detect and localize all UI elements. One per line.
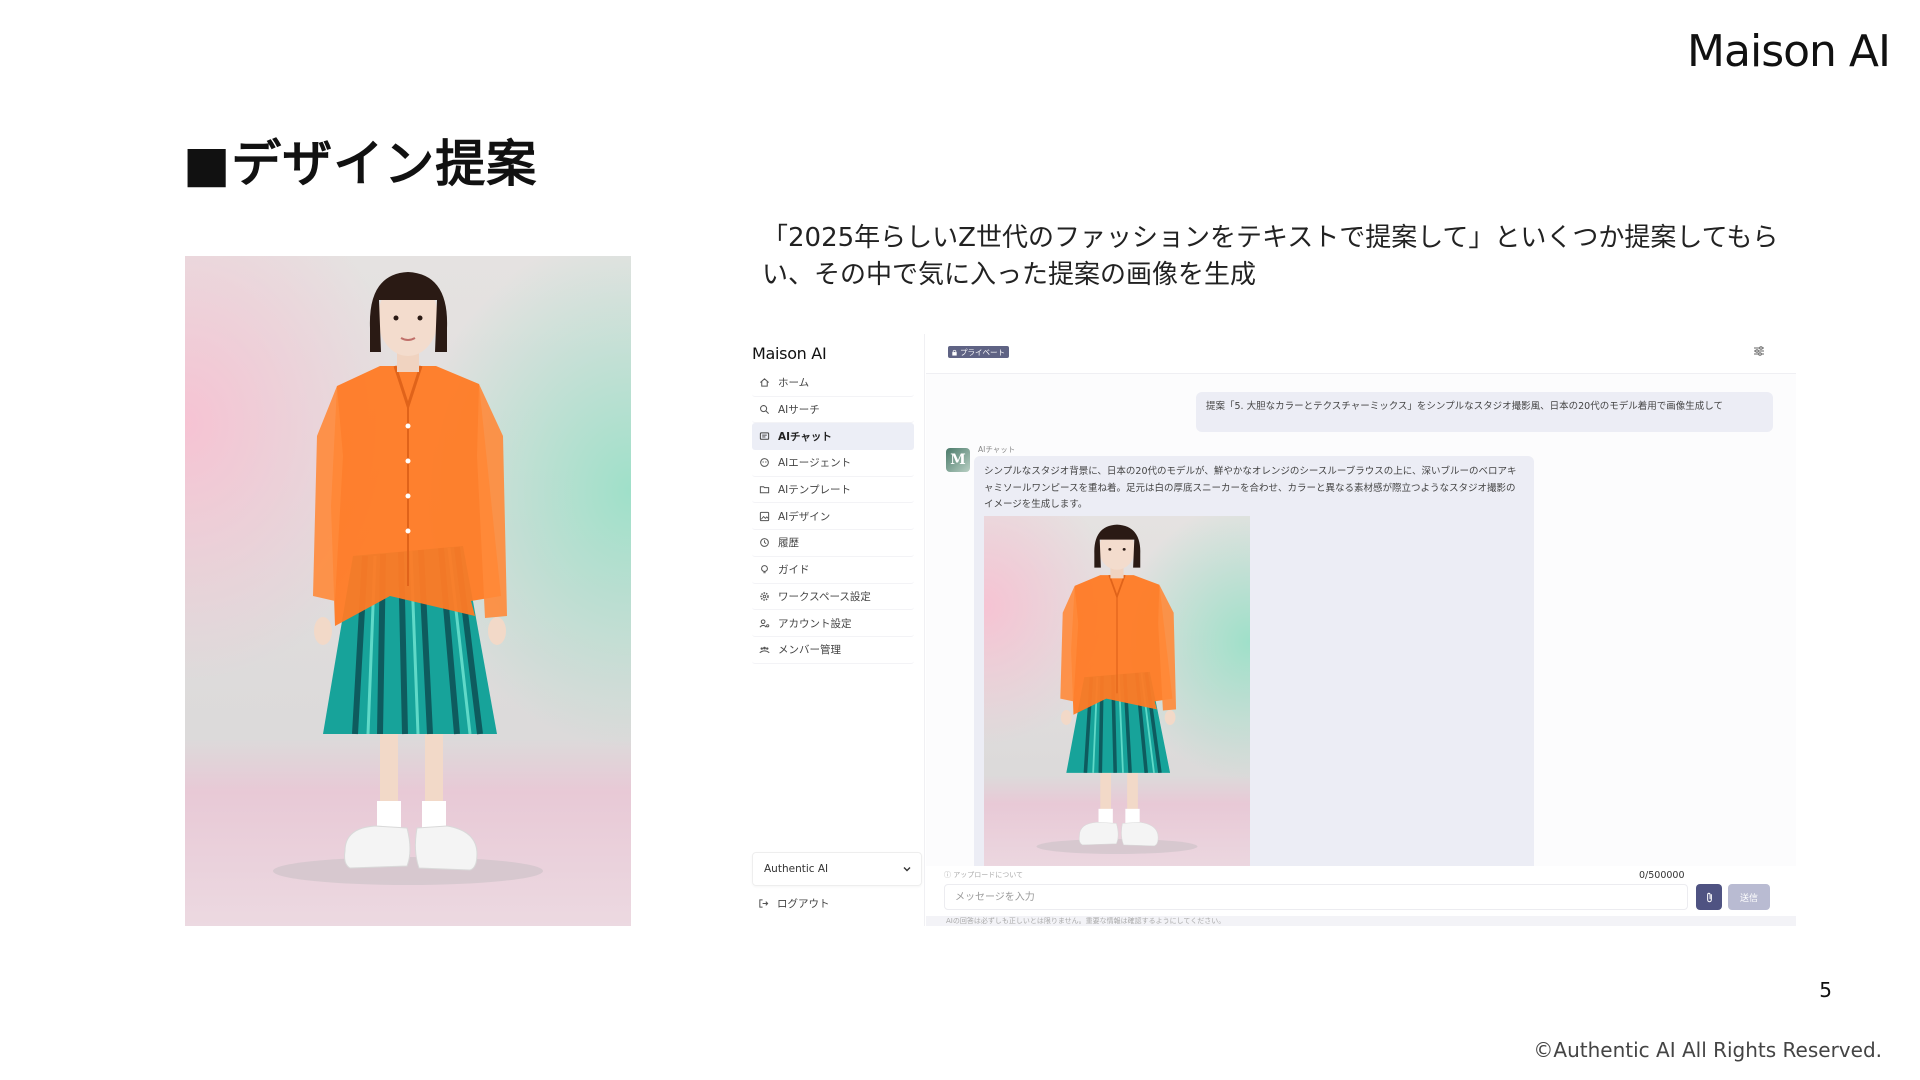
ai-message-text: シンプルなスタジオ背景に、日本の20代のモデルが、鮮やかなオレンジのシースルーブ… — [984, 466, 1517, 510]
sidebar-item-ai-template[interactable]: AIテンプレート — [752, 477, 914, 504]
slide-description: 「2025年らしいZ世代のファッションをテキストで提案して」といくつか提案しても… — [762, 223, 1779, 290]
user-gear-icon — [758, 617, 770, 629]
sidebar-item-label: AIテンプレート — [778, 484, 851, 497]
workspace-select[interactable]: Authentic AI — [752, 852, 922, 886]
history-icon — [758, 537, 770, 549]
sidebar-item-guide[interactable]: ガイド — [752, 557, 914, 584]
upload-note[interactable]: ⓘ アップロードについて — [944, 870, 1023, 880]
sidebar-item-label: ガイド — [778, 564, 810, 577]
app-screenshot: Maison AI ホーム AIサーチ AIチャット AIエージェント AIテン… — [740, 334, 1796, 926]
sidebar-item-ai-agent[interactable]: AIエージェント — [752, 450, 914, 477]
sidebar-item-label: AIエージェント — [778, 457, 852, 470]
sidebar-item-ai-chat[interactable]: AIチャット — [752, 423, 914, 451]
chat-panel: プライベート 提案「5. 大胆なカラーとテクスチャーミックス」をシンプルなスタジ… — [926, 334, 1796, 926]
sidebar-item-label: アカウント設定 — [778, 617, 852, 630]
search-icon — [758, 404, 770, 416]
logout-icon — [759, 899, 769, 908]
char-count: 0/500000 — [1639, 870, 1685, 881]
chevron-down-icon — [903, 867, 911, 872]
fashion-photo — [185, 256, 631, 926]
sidebar-item-label: AIデザイン — [778, 510, 831, 523]
chat-icon — [758, 430, 770, 442]
private-badge-label: プライベート — [960, 347, 1005, 357]
sidebar-item-label: メンバー管理 — [778, 644, 841, 657]
page-number: 5 — [1819, 978, 1832, 1002]
message-input[interactable] — [944, 884, 1688, 910]
upload-note-label: アップロードについて — [953, 871, 1024, 879]
sliders-icon[interactable] — [1752, 344, 1766, 358]
ai-avatar: M — [946, 448, 970, 472]
private-badge: プライベート — [948, 346, 1009, 358]
folder-icon — [758, 484, 770, 496]
generated-image[interactable] — [984, 516, 1250, 876]
home-icon — [758, 377, 770, 389]
sidebar-item-member-management[interactable]: メンバー管理 — [752, 637, 914, 664]
sidebar-item-label: ホーム — [778, 377, 810, 390]
sidebar-nav: ホーム AIサーチ AIチャット AIエージェント AIテンプレート AIデザイ… — [752, 370, 914, 664]
gear-icon — [758, 590, 770, 602]
send-button[interactable]: 送信 — [1728, 884, 1770, 910]
disclaimer: AIの回答は必ずしも正しいとは限りません。重要な情報は確認するようにしてください… — [926, 916, 1796, 926]
app-logo: Maison AI — [752, 344, 827, 363]
ai-name-label: AIチャット — [978, 445, 1016, 454]
logout-button[interactable]: ログアウト — [758, 896, 830, 911]
logout-label: ログアウト — [777, 898, 830, 910]
image-icon — [758, 510, 770, 522]
bulb-icon — [758, 564, 770, 576]
app-sidebar: Maison AI ホーム AIサーチ AIチャット AIエージェント AIテン… — [740, 334, 925, 926]
sidebar-item-account-settings[interactable]: アカウント設定 — [752, 610, 914, 637]
chat-header: プライベート — [926, 334, 1796, 374]
sidebar-item-history[interactable]: 履歴 — [752, 530, 914, 557]
sidebar-item-ai-search[interactable]: AIサーチ — [752, 397, 914, 424]
sidebar-item-label: AIチャット — [778, 430, 832, 443]
ai-message-bubble: シンプルなスタジオ背景に、日本の20代のモデルが、鮮やかなオレンジのシースルーブ… — [974, 456, 1534, 876]
sidebar-item-ai-design[interactable]: AIデザイン — [752, 503, 914, 531]
sidebar-item-workspace-settings[interactable]: ワークスペース設定 — [752, 584, 914, 611]
sidebar-item-label: ワークスペース設定 — [778, 590, 871, 603]
lock-icon — [952, 349, 957, 356]
attach-button[interactable] — [1696, 884, 1722, 910]
members-icon — [758, 644, 770, 656]
sidebar-item-label: 履歴 — [778, 537, 799, 550]
user-message-bubble: 提案「5. 大胆なカラーとテクスチャーミックス」をシンプルなスタジオ撮影風、日本… — [1196, 392, 1773, 432]
paperclip-icon — [1706, 892, 1712, 902]
copyright: ©Authentic AI All Rights Reserved. — [1533, 1038, 1882, 1062]
workspace-name: Authentic AI — [764, 863, 829, 875]
slide-title: ■デザイン提案 — [183, 135, 538, 193]
sidebar-item-label: AIサーチ — [778, 404, 820, 417]
brand-logo: Maison AI — [1687, 26, 1891, 77]
sidebar-item-home[interactable]: ホーム — [752, 370, 914, 397]
agent-icon — [758, 457, 770, 469]
